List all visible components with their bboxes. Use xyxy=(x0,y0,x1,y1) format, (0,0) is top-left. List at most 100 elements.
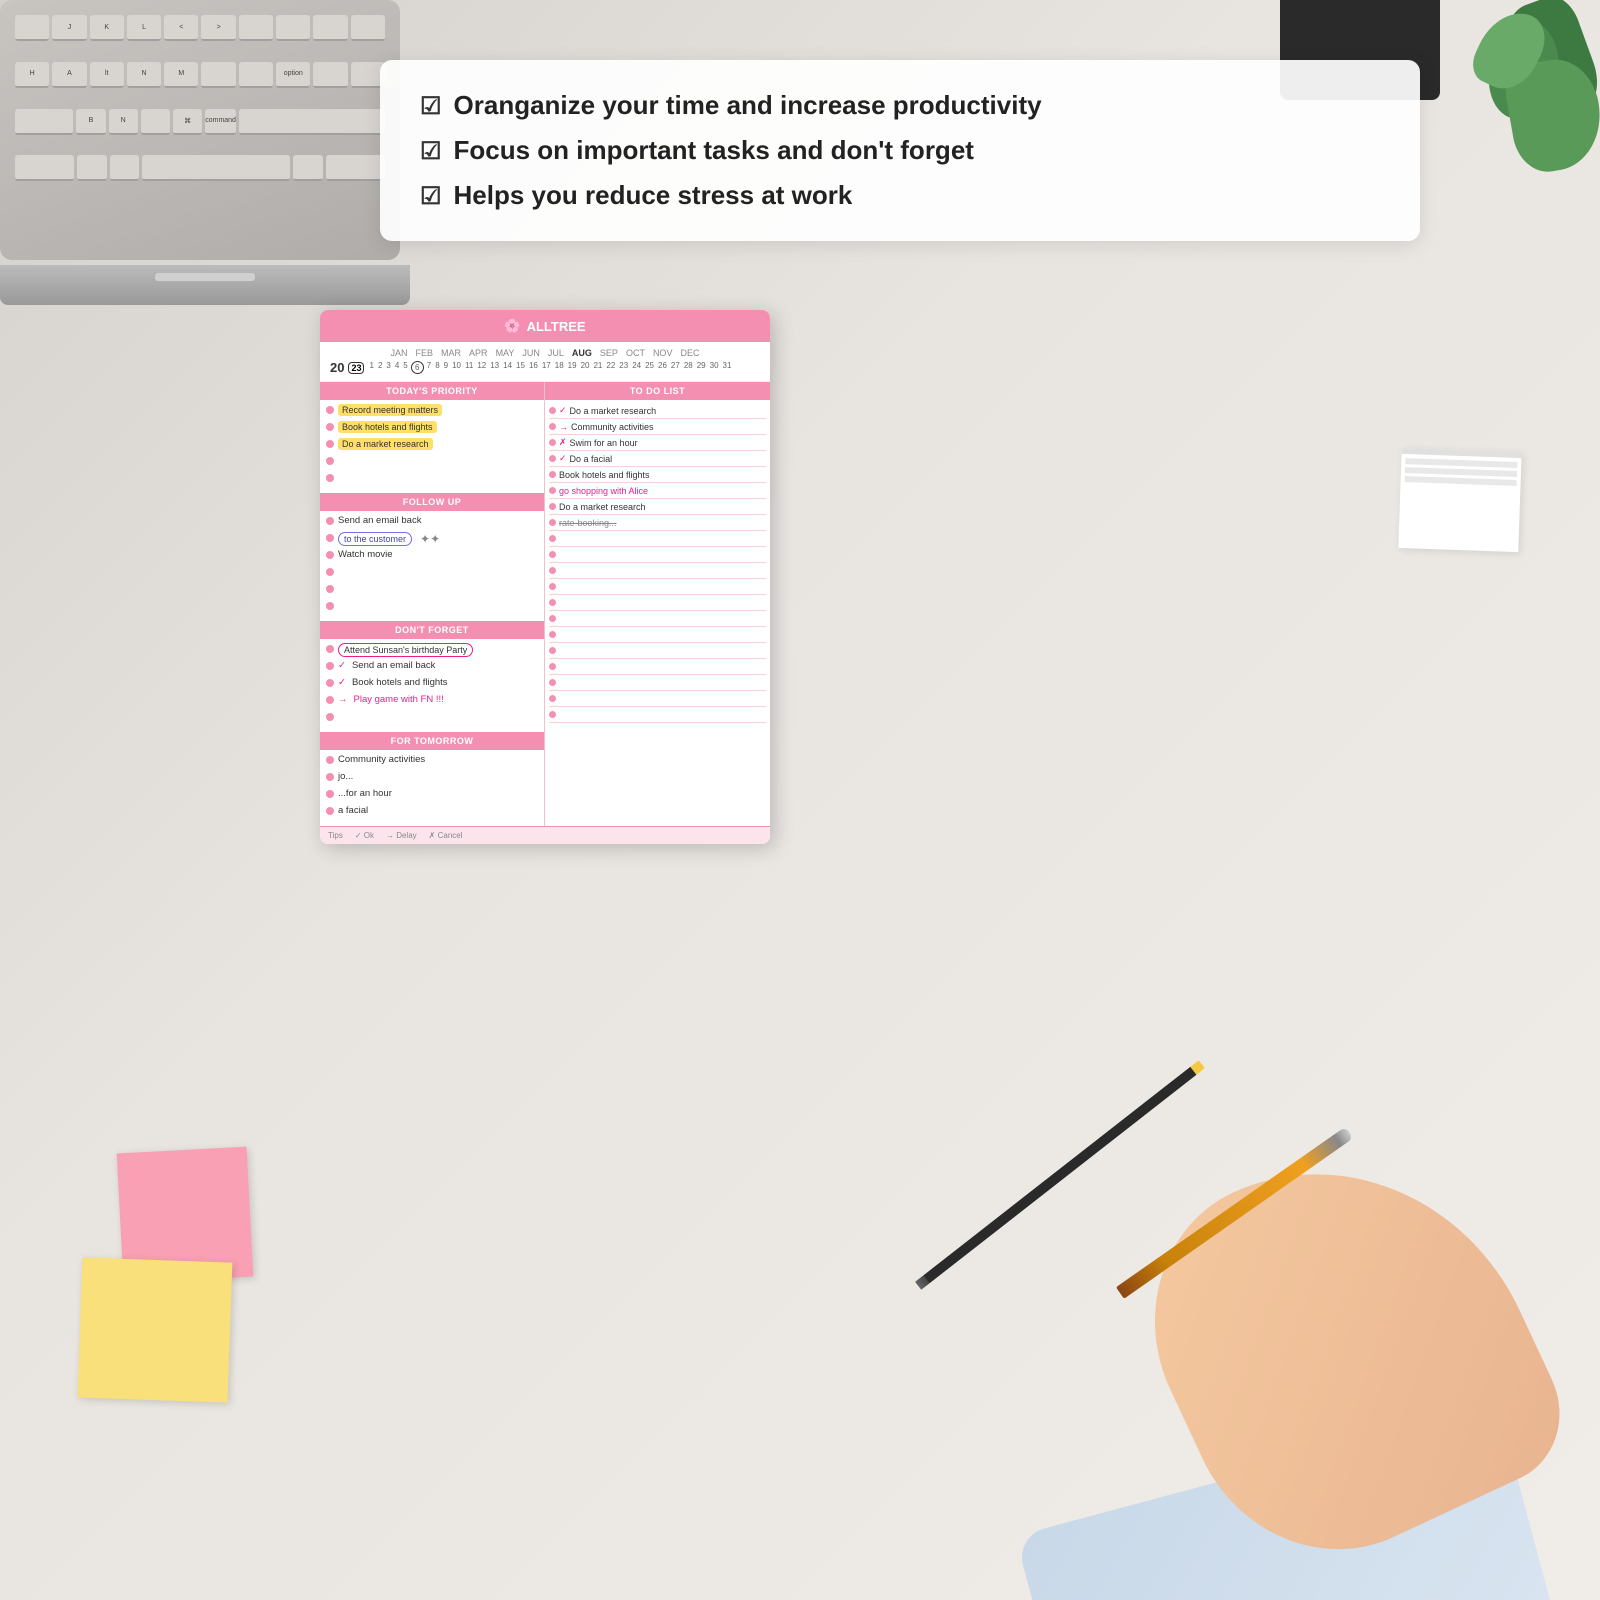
todo-item-empty-6 xyxy=(549,611,766,627)
footer-ok[interactable]: ✓ Ok xyxy=(355,831,374,840)
todo-item-1: ✓ Do a market research xyxy=(549,403,766,419)
brand-icon: 🌸 xyxy=(504,318,520,334)
task-dot xyxy=(326,440,334,448)
info-item-2: ☑ Focus on important tasks and don't for… xyxy=(420,135,1380,166)
key-x: N xyxy=(109,109,138,135)
key-space xyxy=(239,109,385,135)
key-e xyxy=(313,15,347,41)
right-dot xyxy=(549,679,556,686)
task-text: jo... xyxy=(338,771,353,782)
key-a: A xyxy=(52,62,86,88)
task-dot xyxy=(326,406,334,414)
task-dot xyxy=(326,662,334,670)
task-item: Do a market research xyxy=(326,438,538,452)
key-alt xyxy=(77,155,107,181)
task-item: Community activities xyxy=(326,754,538,768)
right-dot xyxy=(549,487,556,494)
task-dot xyxy=(326,457,334,465)
laptop-base xyxy=(0,265,410,305)
follow-up-header: FOLLOW UP xyxy=(320,493,544,511)
dont-forget-body: Attend Sunsan's birthday Party ✓ Send an… xyxy=(320,639,544,732)
task-dot xyxy=(326,645,334,653)
key-f4: < xyxy=(164,15,198,41)
key-g xyxy=(201,62,235,88)
task-item-empty-2 xyxy=(326,472,538,486)
todo-item-empty-12 xyxy=(549,707,766,723)
info-box: ☑ Oranganize your time and increase prod… xyxy=(380,60,1420,241)
todo-list-header: TO DO LIST xyxy=(545,382,770,400)
todo-item-empty-11 xyxy=(549,691,766,707)
todo-item-8: rate-booking... xyxy=(549,515,766,531)
check-icon-1: ☑ xyxy=(420,92,442,121)
right-dot xyxy=(549,647,556,654)
task-item: to the customer ✦✦ xyxy=(326,532,538,546)
todo-item-5: Book hotels and flights xyxy=(549,467,766,483)
key-d: N xyxy=(127,62,161,88)
todays-priority-body: Record meeting matters Book hotels and f… xyxy=(320,400,544,493)
planner: 🌸 ALLTREE JANFEBMARAPRMAYJUNJULAUGSEPOCT… xyxy=(320,310,770,844)
todo-item-empty-4 xyxy=(549,579,766,595)
task-item-empty xyxy=(326,711,538,725)
todo-item-empty-5 xyxy=(549,595,766,611)
right-dot xyxy=(549,599,556,606)
planner-header: 🌸 ALLTREE xyxy=(320,310,770,342)
keyboard-row-2: H A lt N M option xyxy=(15,62,385,105)
todo-item-2: → Community activities xyxy=(549,419,766,435)
task-item: Book hotels and flights xyxy=(326,421,538,435)
hand-area xyxy=(920,1020,1600,1600)
task-item: Record meeting matters xyxy=(326,404,538,418)
task-item: ...for an hour xyxy=(326,788,538,802)
todo-list-body: ✓ Do a market research → Community activ… xyxy=(545,400,770,726)
todo-item-empty-3 xyxy=(549,563,766,579)
key-cmd2 xyxy=(293,155,323,181)
task-dot xyxy=(326,602,334,610)
footer-delay[interactable]: → Delay xyxy=(386,831,417,840)
key-v: ⌘ xyxy=(173,109,202,135)
task-text: Do a market research xyxy=(338,438,433,450)
key-spacebar xyxy=(142,155,290,181)
task-text: Book hotels and flights xyxy=(338,421,437,433)
right-dot xyxy=(549,503,556,510)
planner-right-column: TO DO LIST ✓ Do a market research → Comm… xyxy=(545,382,770,826)
key-r xyxy=(351,15,385,41)
right-dot xyxy=(549,711,556,718)
key-cmd xyxy=(110,155,140,181)
task-dot xyxy=(326,474,334,482)
info-item-1: ☑ Oranganize your time and increase prod… xyxy=(420,90,1380,121)
task-dot xyxy=(326,696,334,704)
right-dot xyxy=(549,615,556,622)
task-dot xyxy=(326,517,334,525)
todo-item-7: Do a market research xyxy=(549,499,766,515)
todo-item-empty-9 xyxy=(549,659,766,675)
key-k xyxy=(313,62,347,88)
right-dot xyxy=(549,455,556,462)
check-icon-2: ☑ xyxy=(420,137,442,166)
right-dot xyxy=(549,519,556,526)
key-z: B xyxy=(76,109,105,135)
key-f3: L xyxy=(127,15,161,41)
stars-icon: ✦✦ xyxy=(420,532,440,546)
right-dot xyxy=(549,663,556,670)
footer-cancel[interactable]: ✗ Cancel xyxy=(429,831,463,840)
for-tomorrow-body: Community activities jo... ...for an hou… xyxy=(320,750,544,826)
task-dot xyxy=(326,585,334,593)
task-dot xyxy=(326,773,334,781)
task-dot xyxy=(326,756,334,764)
task-item-empty xyxy=(326,583,538,597)
todo-item-empty-2 xyxy=(549,547,766,563)
key-shift xyxy=(15,109,73,135)
task-dot xyxy=(326,551,334,559)
info-item-3: ☑ Helps you reduce stress at work xyxy=(420,180,1380,211)
key-c xyxy=(141,109,170,135)
task-text: Record meeting matters xyxy=(338,404,442,416)
for-tomorrow-header: FOR TOMORROW xyxy=(320,732,544,750)
task-item-empty xyxy=(326,566,538,580)
footer-tips: Tips xyxy=(328,831,343,840)
task-text-pink: Play game with FN !!! xyxy=(354,694,444,705)
planner-left-column: TODAY'S PRIORITY Record meeting matters … xyxy=(320,382,545,826)
task-item: a facial xyxy=(326,805,538,819)
follow-up-body: Send an email back to the customer ✦✦ Wa… xyxy=(320,511,544,621)
right-dot xyxy=(549,471,556,478)
task-text: Send an email back xyxy=(338,515,421,526)
info-text-1: Oranganize your time and increase produc… xyxy=(454,90,1042,121)
